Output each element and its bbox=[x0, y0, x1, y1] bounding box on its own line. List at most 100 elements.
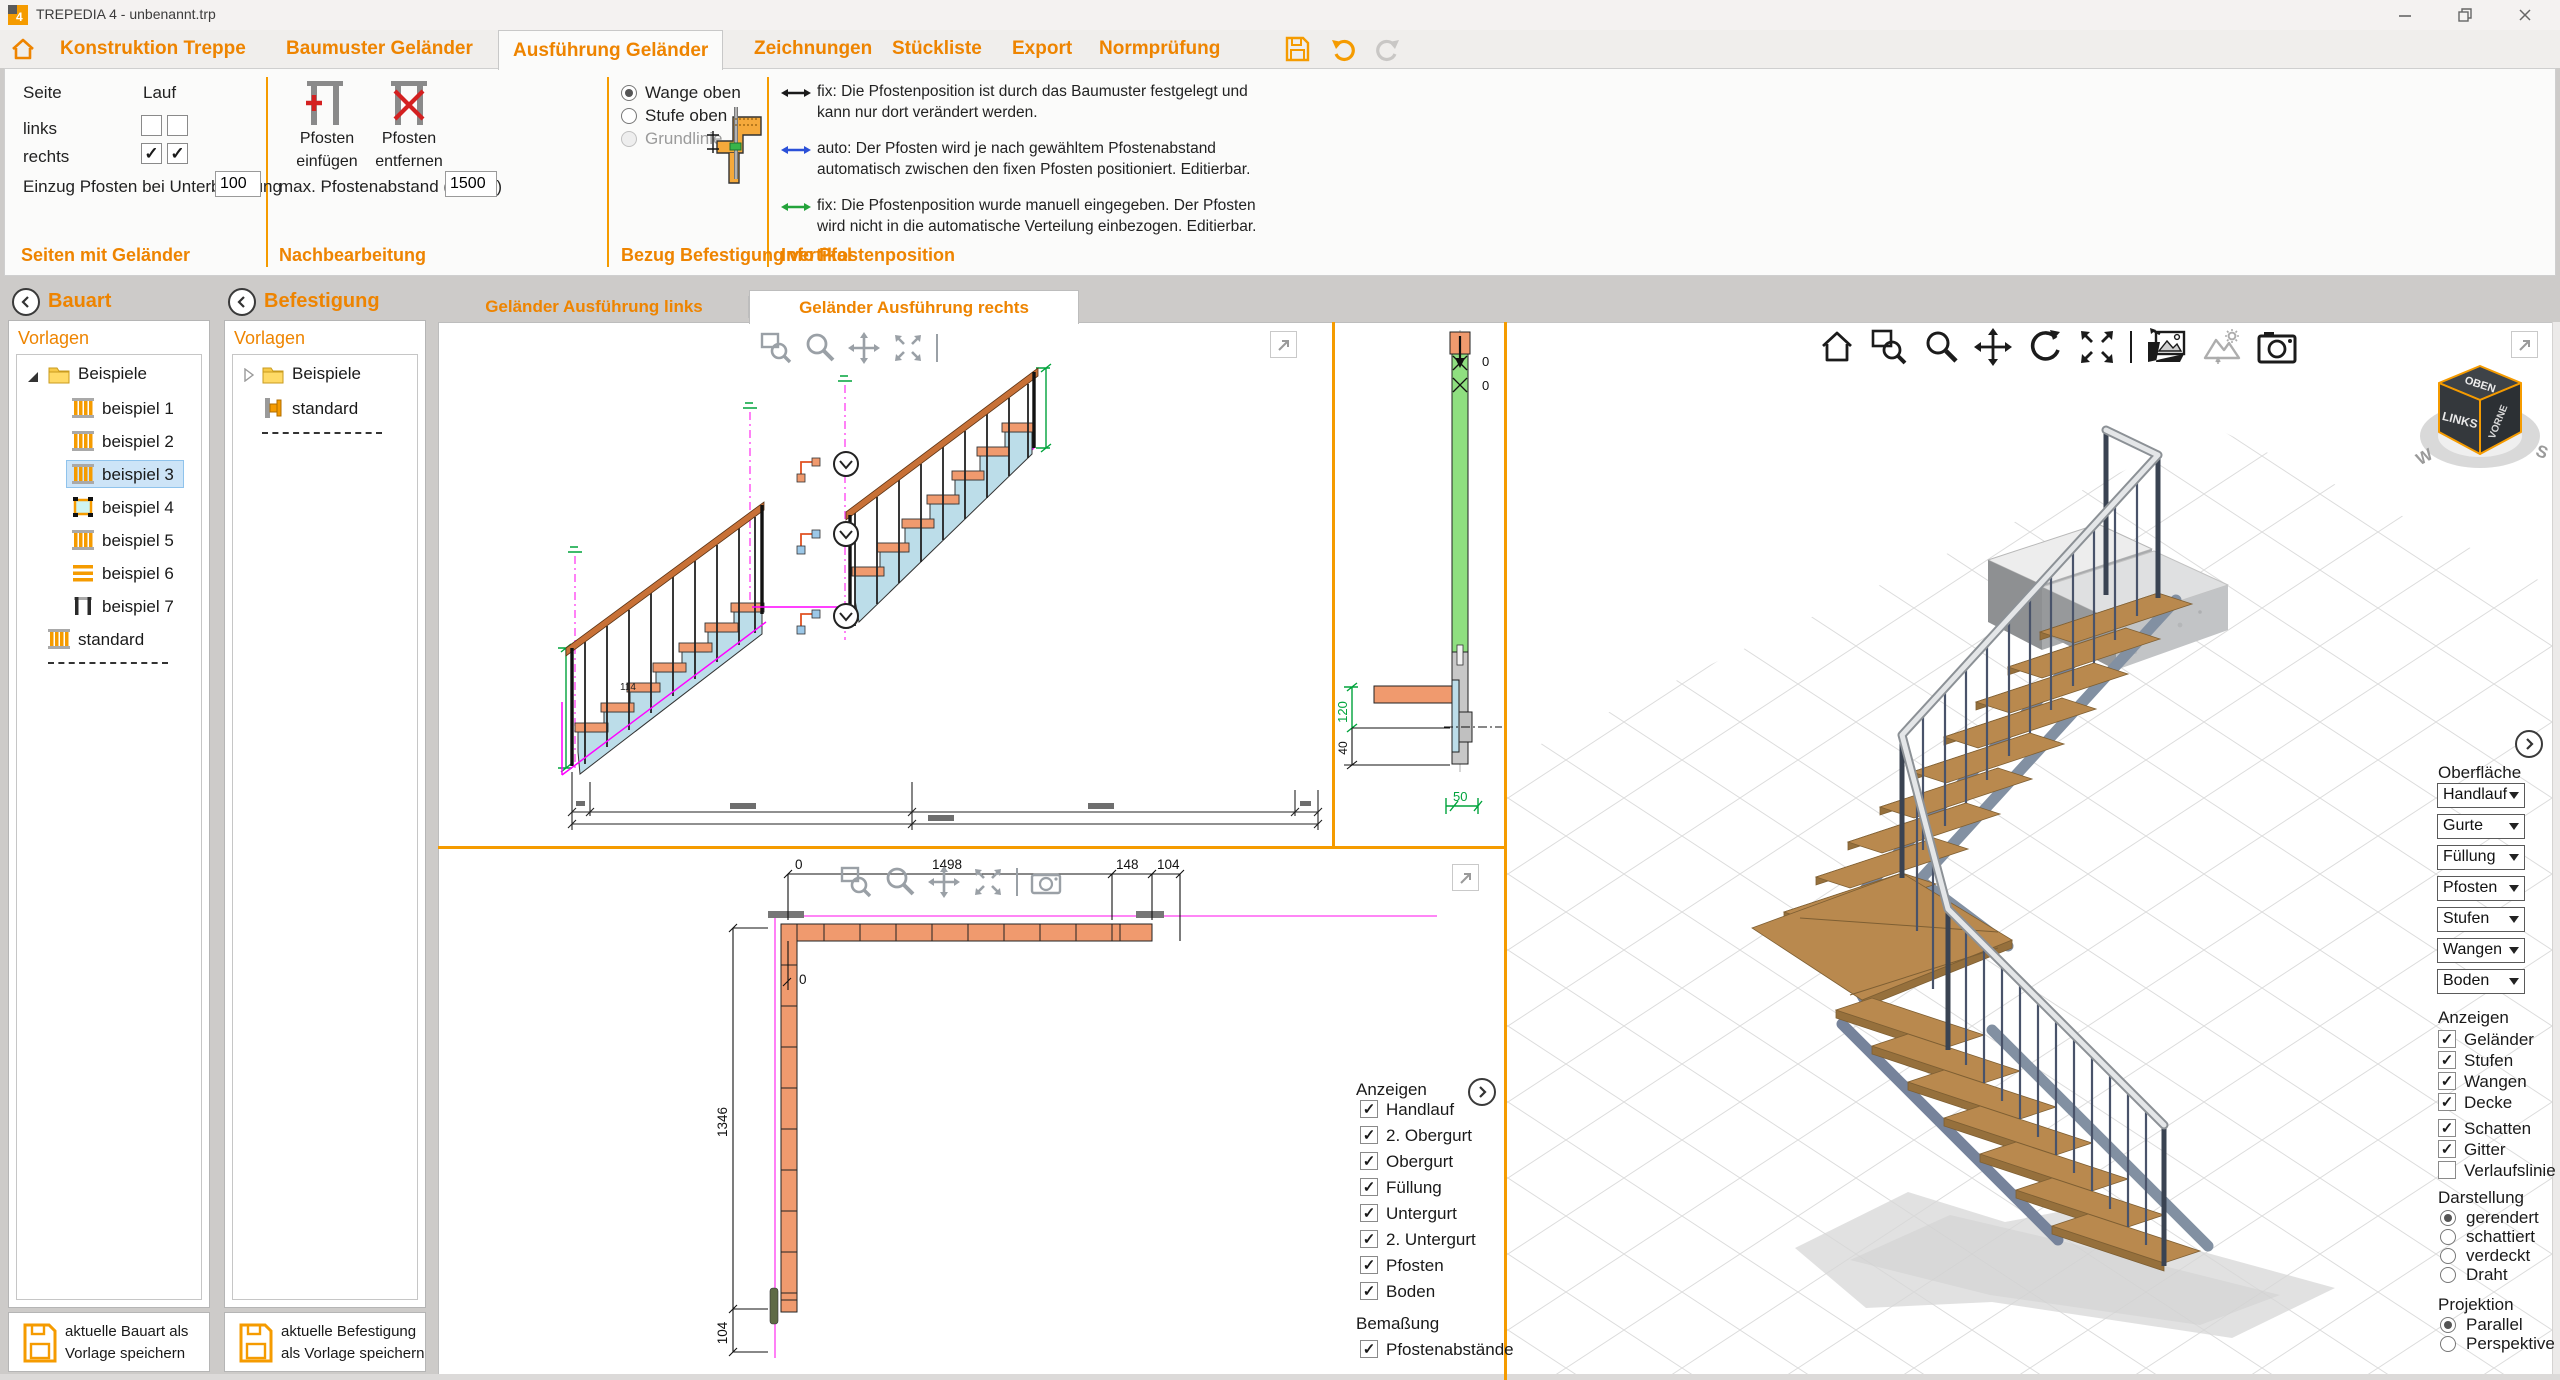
elevation-drawing[interactable]: 114 bbox=[440, 322, 1330, 846]
tree-item-beispiel4[interactable]: beispiel 4 bbox=[102, 498, 174, 518]
parallel-radio[interactable] bbox=[2440, 1317, 2456, 1333]
verdeckt-radio[interactable] bbox=[2440, 1248, 2456, 1264]
tab-gelaender-links[interactable]: Geländer Ausführung links bbox=[442, 291, 746, 322]
view-divider-horizontal[interactable] bbox=[438, 846, 1506, 849]
stufe-oben-radio[interactable] bbox=[621, 108, 637, 124]
tree-item-beispiel2[interactable]: beispiel 2 bbox=[102, 432, 174, 452]
background-scene-icon[interactable] bbox=[2202, 328, 2242, 366]
draht-radio[interactable] bbox=[2440, 1267, 2456, 1283]
tree-item-beispiel5[interactable]: beispiel 5 bbox=[102, 531, 174, 551]
tree-item-standard[interactable]: standard bbox=[78, 630, 144, 650]
einzug-input[interactable] bbox=[215, 171, 261, 197]
boden-checkbox[interactable] bbox=[1360, 1282, 1378, 1300]
pan-icon[interactable] bbox=[1974, 328, 2012, 366]
befestigung-collapse-button[interactable] bbox=[228, 288, 256, 316]
pan-icon[interactable] bbox=[848, 332, 880, 364]
restore-button[interactable] bbox=[2445, 4, 2485, 26]
zoom-icon[interactable] bbox=[804, 332, 836, 364]
tab-export[interactable]: Export bbox=[998, 30, 1086, 68]
zoom-window-icon[interactable] bbox=[760, 332, 792, 364]
gurte-dropdown[interactable]: Gurte bbox=[2437, 814, 2525, 839]
pfosten-checkbox[interactable] bbox=[1360, 1256, 1378, 1274]
tab-konstruktion-treppe[interactable]: Konstruktion Treppe bbox=[46, 30, 260, 68]
wangen-checkbox[interactable] bbox=[2438, 1072, 2456, 1090]
perspektive-radio[interactable] bbox=[2440, 1336, 2456, 1352]
pfosten-einfuegen-button[interactable]: Pfosten einfügen bbox=[281, 127, 373, 173]
camera-icon[interactable] bbox=[2256, 328, 2298, 366]
tree-item-standard[interactable]: standard bbox=[292, 399, 358, 419]
boden-dropdown[interactable]: Boden bbox=[2437, 969, 2525, 994]
abstand-input[interactable] bbox=[445, 171, 497, 197]
zoom-fit-icon[interactable] bbox=[2078, 328, 2116, 366]
grundlinie-radio[interactable] bbox=[621, 131, 637, 147]
home-view-icon[interactable] bbox=[1818, 328, 1856, 366]
untergurt-checkbox[interactable] bbox=[1360, 1204, 1378, 1222]
pfosten-entfernen-button[interactable]: Pfosten entfernen bbox=[363, 127, 455, 173]
save-icon[interactable] bbox=[1283, 35, 1311, 63]
plan-popout-button[interactable] bbox=[1452, 864, 1479, 891]
tab-normpruefung[interactable]: Normprüfung bbox=[1085, 30, 1234, 68]
tab-gelaender-rechts[interactable]: Geländer Ausführung rechts bbox=[749, 290, 1079, 324]
elevation-popout-button[interactable] bbox=[1270, 331, 1297, 358]
wangen-dropdown[interactable]: Wangen bbox=[2437, 938, 2525, 963]
gerendert-radio[interactable] bbox=[2440, 1210, 2456, 1226]
zoom-icon[interactable] bbox=[1922, 328, 1960, 366]
decke-checkbox[interactable] bbox=[2438, 1093, 2456, 1111]
save-bauart-button[interactable]: aktuelle Bauart als Vorlage speichern bbox=[8, 1312, 210, 1372]
tab-zeichnungen[interactable]: Zeichnungen bbox=[740, 30, 886, 68]
gitter-checkbox[interactable] bbox=[2438, 1140, 2456, 1158]
links-lauf-checkbox[interactable] bbox=[167, 115, 188, 136]
fuellung-checkbox[interactable] bbox=[1360, 1178, 1378, 1196]
expander-closed-icon[interactable] bbox=[244, 368, 254, 382]
view-divider-vertical[interactable] bbox=[1332, 322, 1335, 846]
links-seite-checkbox[interactable] bbox=[141, 115, 162, 136]
bauart-collapse-button[interactable] bbox=[12, 288, 40, 316]
save-befestigung-button[interactable]: aktuelle Befestigung als Vorlage speiche… bbox=[224, 1312, 426, 1372]
tab-stueckliste[interactable]: Stückliste bbox=[878, 30, 996, 68]
tree-item-beispiel7[interactable]: beispiel 7 bbox=[102, 597, 174, 617]
fuellung-dropdown[interactable]: Füllung bbox=[2437, 845, 2525, 870]
navigation-cube[interactable]: OBEN LINKS VORNE W S bbox=[2408, 350, 2558, 482]
tree-folder-beispiele[interactable]: Beispiele bbox=[78, 364, 147, 384]
redo-icon[interactable] bbox=[1375, 36, 1401, 62]
home-icon[interactable] bbox=[10, 37, 36, 61]
anzeigen-collapse-button[interactable] bbox=[1468, 1078, 1496, 1106]
tree-item-beispiel6[interactable]: beispiel 6 bbox=[102, 564, 174, 584]
tab-ausfuehrung-gelaender[interactable]: Ausführung Geländer bbox=[498, 30, 723, 70]
wange-oben-radio[interactable] bbox=[621, 85, 637, 101]
canvas-3d-divider[interactable] bbox=[1504, 322, 1507, 1380]
undo-icon[interactable] bbox=[1330, 36, 1356, 62]
pan-icon[interactable] bbox=[928, 866, 960, 898]
zoom-fit-icon[interactable] bbox=[892, 332, 924, 364]
screenshot-icon[interactable] bbox=[1030, 867, 1064, 897]
plan-drawing[interactable]: 0 1498 148 104 0 1346 104 bbox=[440, 849, 1504, 1380]
viewer-options-collapse-button[interactable] bbox=[2515, 730, 2543, 758]
stufen-checkbox[interactable] bbox=[2438, 1051, 2456, 1069]
obergurt2-checkbox[interactable] bbox=[1360, 1126, 1378, 1144]
stufen-dropdown[interactable]: Stufen bbox=[2437, 907, 2525, 932]
rotate-icon[interactable] bbox=[2026, 328, 2064, 366]
minimize-button[interactable] bbox=[2385, 4, 2425, 26]
handlauf-checkbox[interactable] bbox=[1360, 1100, 1378, 1118]
zoom-window-icon[interactable] bbox=[1870, 328, 1908, 366]
schatten-checkbox[interactable] bbox=[2438, 1119, 2456, 1137]
zoom-icon[interactable] bbox=[884, 866, 916, 898]
zoom-window-icon[interactable] bbox=[840, 866, 872, 898]
load-background-image-icon[interactable] bbox=[2146, 328, 2188, 366]
pfostenabstaende-checkbox[interactable] bbox=[1360, 1340, 1378, 1358]
tree-item-beispiel1[interactable]: beispiel 1 bbox=[102, 399, 174, 419]
schattiert-radio[interactable] bbox=[2440, 1229, 2456, 1245]
section-drawing[interactable]: 0 0 120 40 50 bbox=[1336, 322, 1504, 846]
tree-item-beispiel3-selected[interactable]: beispiel 3 bbox=[102, 465, 174, 485]
rechts-seite-checkbox[interactable] bbox=[141, 143, 162, 164]
close-button[interactable] bbox=[2505, 4, 2545, 26]
handlauf-dropdown[interactable]: Handlauf bbox=[2437, 783, 2525, 808]
rechts-lauf-checkbox[interactable] bbox=[167, 143, 188, 164]
pfosten-einfuegen-icon[interactable] bbox=[303, 79, 345, 127]
obergurt-checkbox[interactable] bbox=[1360, 1152, 1378, 1170]
gelaender-checkbox[interactable] bbox=[2438, 1030, 2456, 1048]
verlaufslinie-checkbox[interactable] bbox=[2438, 1161, 2456, 1179]
expander-open-icon[interactable] bbox=[28, 372, 38, 382]
pfosten-entfernen-icon[interactable] bbox=[387, 79, 429, 127]
tab-baumuster-gelaender[interactable]: Baumuster Geländer bbox=[272, 30, 487, 68]
